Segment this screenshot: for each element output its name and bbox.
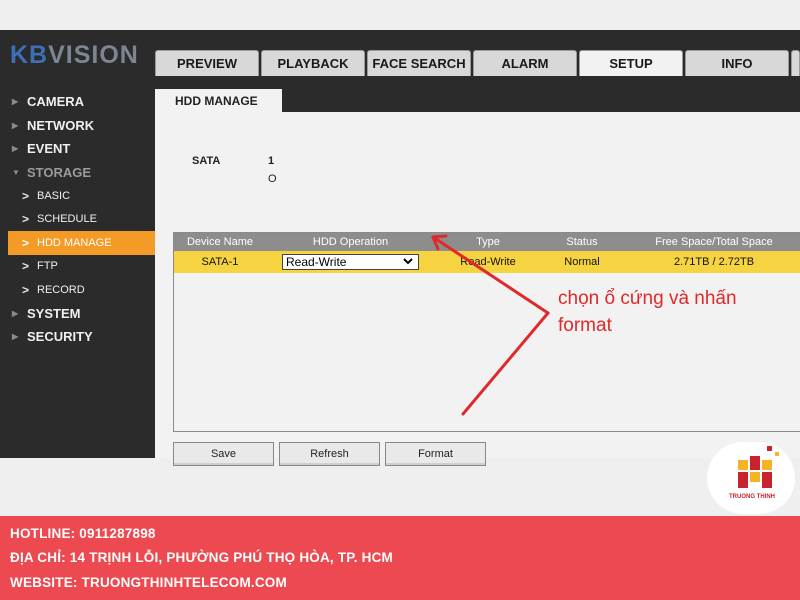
arrow-to-format [461, 311, 550, 416]
annotation-line-1: chọn ổ cứng và nhấn [558, 288, 737, 309]
annotation-line-2: format [558, 315, 612, 336]
contact-footer: HOTLINE: 0911287898 ĐỊA CHỈ: 14 TRỊNH LỖ… [0, 516, 800, 600]
truong-thinh-logo-icon [738, 446, 779, 488]
footer-website: WEBSITE: TRUONGTHINHTELECOM.COM [10, 575, 287, 590]
footer-address: ĐỊA CHỈ: 14 TRỊNH LỖI, PHƯỜNG PHÚ THỌ HÒ… [10, 550, 393, 565]
arrow-to-select [431, 235, 550, 315]
truong-thinh-logo-text: TRUONG THINH [729, 494, 775, 500]
truong-thinh-logo: TRUONG THINH [707, 442, 795, 514]
footer-hotline: HOTLINE: 0911287898 [10, 526, 156, 541]
annotation-text: chọn ổ cứng và nhấn format [558, 285, 737, 339]
